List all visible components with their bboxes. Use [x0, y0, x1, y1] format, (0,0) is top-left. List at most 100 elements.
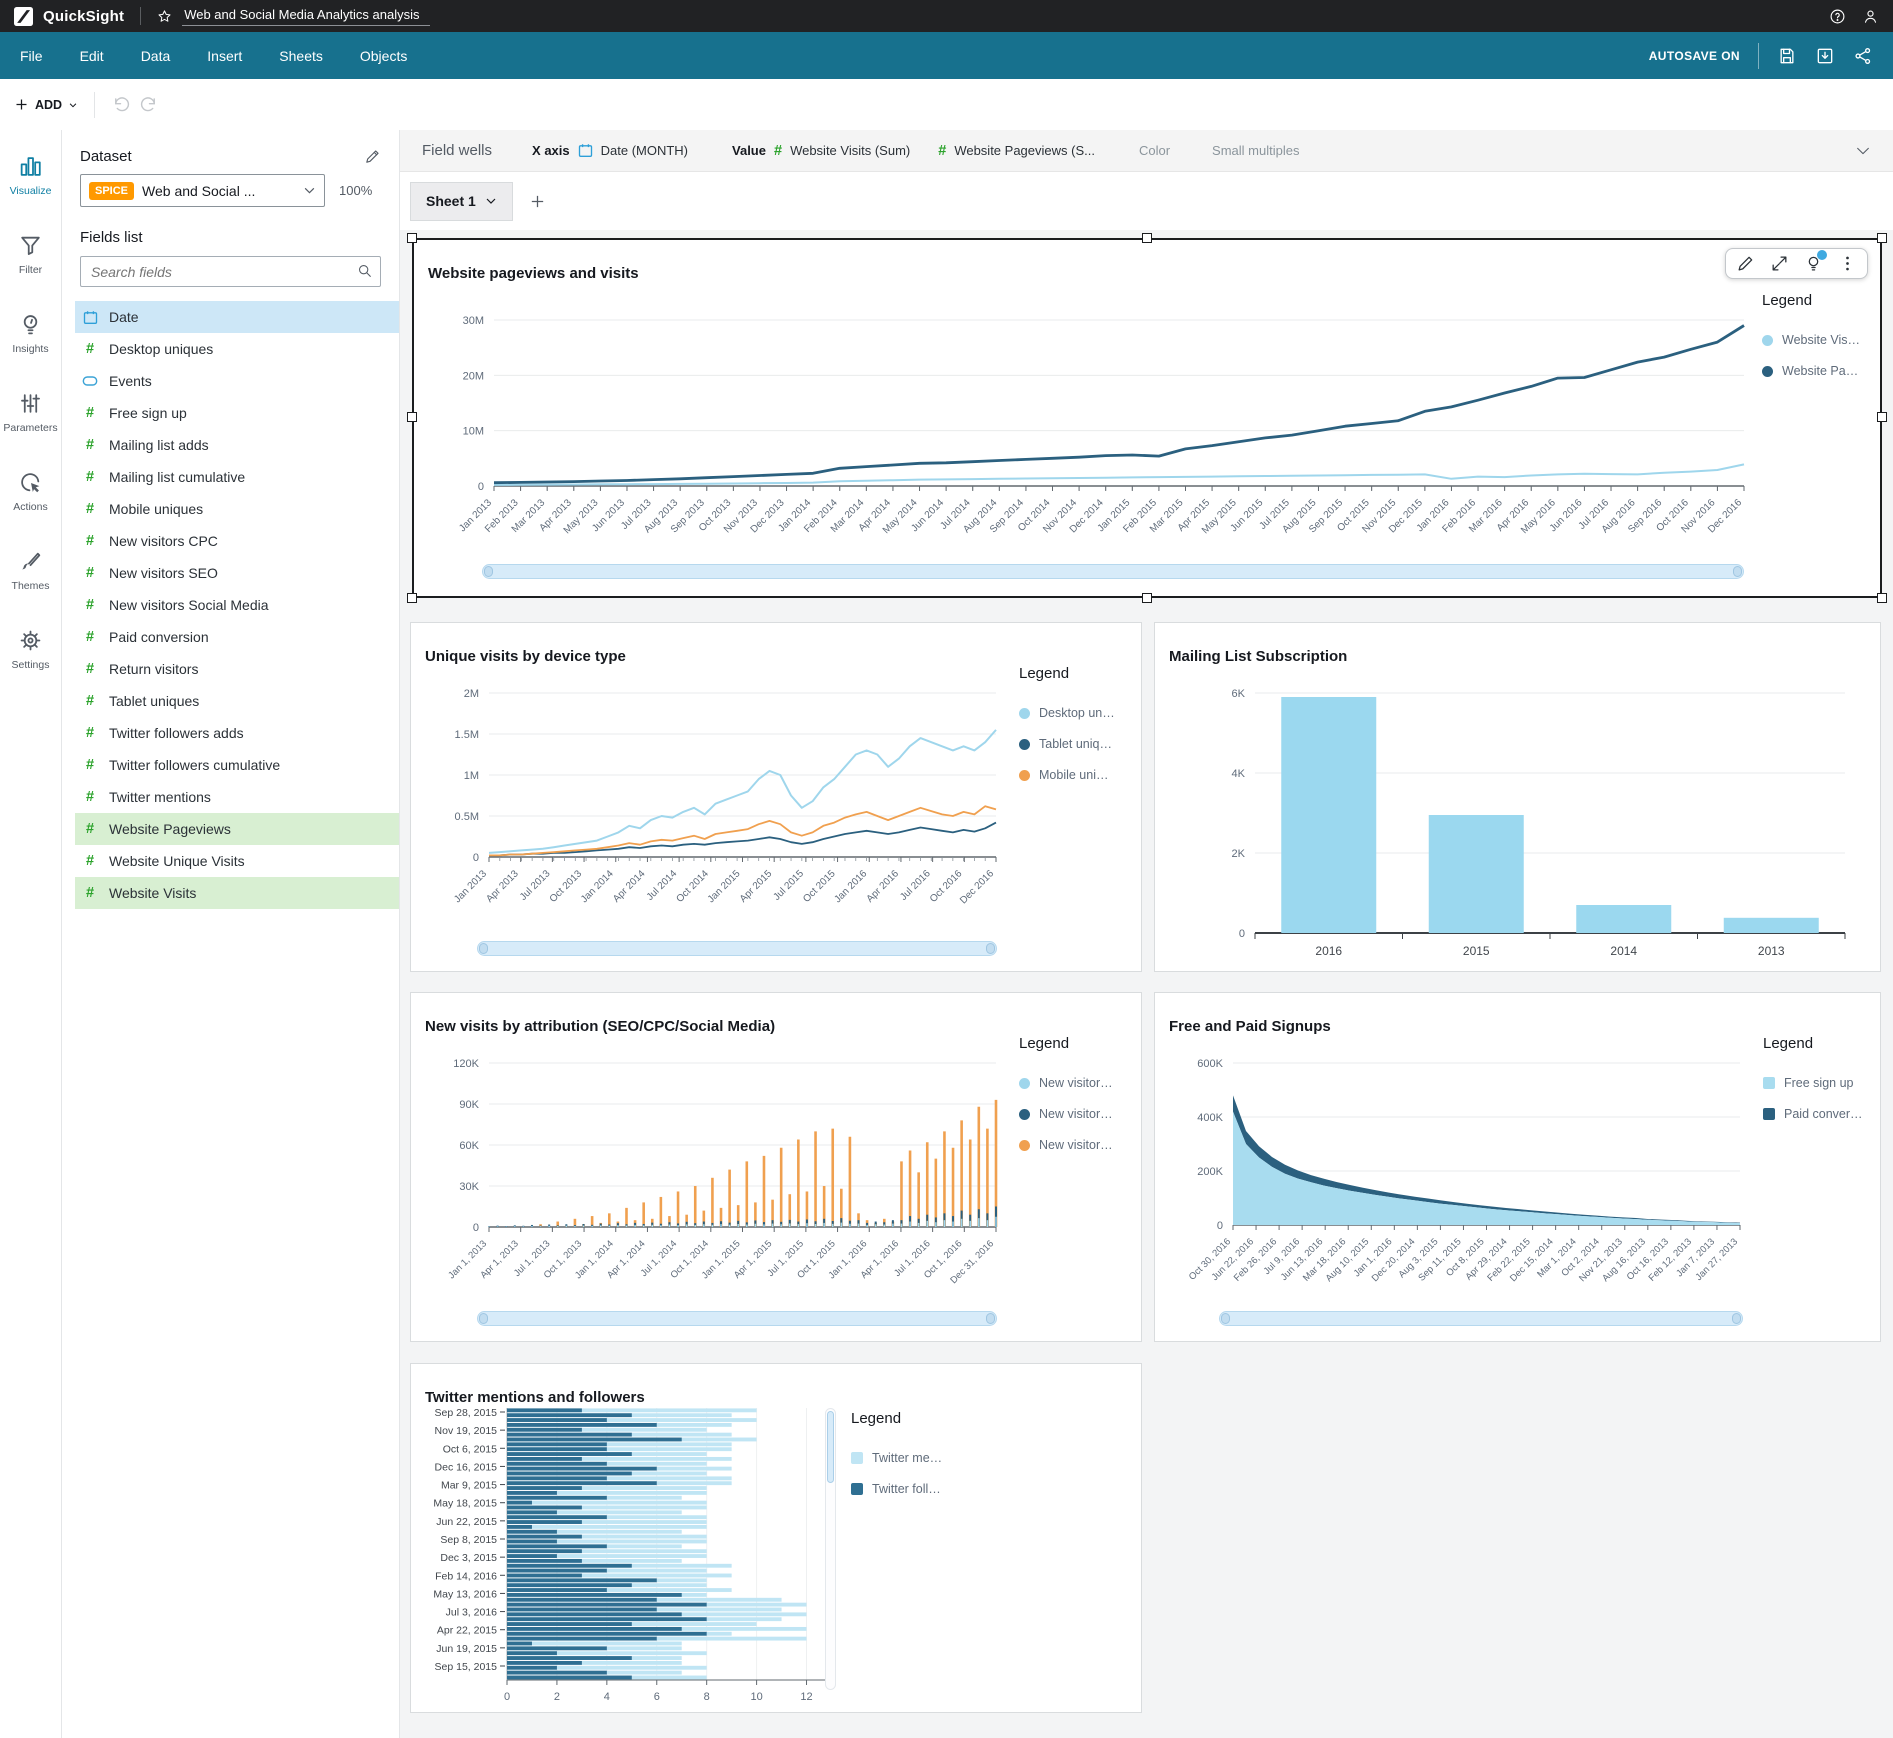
field-item[interactable]: # Paid conversion — [75, 621, 399, 653]
add-sheet-icon[interactable] — [529, 193, 546, 210]
legend-entry[interactable]: Website Pa… — [1762, 364, 1878, 378]
edit-dataset-pencil-icon[interactable] — [364, 148, 381, 165]
menu-kebab-icon[interactable] — [1838, 254, 1857, 273]
well-x-axis[interactable]: X axis Date (MONTH) — [532, 143, 688, 158]
divider — [140, 7, 142, 25]
horizontal-scrollbar[interactable] — [1219, 1311, 1743, 1326]
rail-item-visualize[interactable]: Visualize — [0, 154, 62, 197]
legend-entry[interactable]: Mobile uni… — [1019, 768, 1137, 782]
expand-visual-icon[interactable] — [1770, 254, 1789, 273]
legend-title: Legend — [1763, 1035, 1814, 1052]
field-item[interactable]: # Return visitors — [75, 653, 399, 685]
svg-text:Apr 2014: Apr 2014 — [611, 868, 648, 905]
rail-item-themes[interactable]: Themes — [0, 549, 62, 592]
field-item[interactable]: # Mailing list cumulative — [75, 461, 399, 493]
svg-text:May 18, 2015: May 18, 2015 — [433, 1498, 497, 1510]
save-icon[interactable] — [1777, 46, 1797, 66]
field-item[interactable]: Events — [75, 365, 399, 397]
rail-item-actions[interactable]: Actions — [0, 470, 62, 513]
field-item[interactable]: # Twitter followers cumulative — [75, 749, 399, 781]
well-small-multiples[interactable]: Small multiples — [1212, 143, 1299, 158]
svg-text:Jan 2014: Jan 2014 — [579, 868, 616, 905]
analysis-title[interactable]: Web and Social Media Analytics analysis — [182, 6, 430, 26]
field-wells-bar[interactable]: Field wells X axis Date (MONTH) Value # … — [400, 130, 1893, 172]
menu-file[interactable]: File — [20, 48, 43, 64]
legend-entry[interactable]: Website Vis… — [1762, 333, 1878, 347]
legend-entry[interactable]: New visitor… — [1019, 1076, 1137, 1090]
field-item[interactable]: # Mobile uniques — [75, 493, 399, 525]
well-value-2[interactable]: # Website Pageviews (S... — [938, 143, 1095, 159]
insights-lightbulb-icon[interactable] — [1804, 250, 1827, 273]
share-icon[interactable] — [1853, 46, 1873, 66]
legend-swatch-icon — [1762, 334, 1773, 346]
export-icon[interactable] — [1815, 46, 1835, 66]
legend-entry[interactable]: Twitter foll… — [851, 1482, 971, 1496]
rail-item-insights[interactable]: Insights — [0, 312, 62, 355]
legend-entry[interactable]: New visitor… — [1019, 1107, 1137, 1121]
undo-icon[interactable] — [111, 95, 130, 114]
horizontal-scrollbar[interactable] — [482, 564, 1744, 579]
menu-data[interactable]: Data — [141, 48, 171, 64]
quicksight-app: QuickSight Web and Social Media Analytic… — [0, 0, 1893, 1738]
redo-icon[interactable] — [140, 95, 159, 114]
field-item[interactable]: # Mailing list adds — [75, 429, 399, 461]
calendar-icon — [82, 310, 98, 325]
menu-insert[interactable]: Insert — [207, 48, 242, 64]
menu-sheets[interactable]: Sheets — [279, 48, 323, 64]
panel-mailing-list-subscription[interactable]: Mailing List Subscription 6K 4K 2K 0 2016 201… — [1154, 622, 1881, 972]
chevron-down-icon[interactable] — [1855, 143, 1871, 159]
field-item[interactable]: # Website Visits — [75, 877, 399, 909]
dataset-selector[interactable]: SPICE Web and Social ... — [80, 174, 325, 207]
tab-sheet-1[interactable]: Sheet 1 — [410, 181, 513, 221]
field-label: Mailing list adds — [109, 437, 209, 453]
menu-objects[interactable]: Objects — [360, 48, 407, 64]
panel-free-paid-signups[interactable]: Free and Paid Signups 600K 400K 200K 0 Oct 3… — [1154, 992, 1881, 1342]
panel-new-visits-attribution[interactable]: New visits by attribution (SEO/CPC/Socia… — [410, 992, 1142, 1342]
field-item[interactable]: # Free sign up — [75, 397, 399, 429]
horizontal-scrollbar[interactable] — [477, 1311, 997, 1326]
field-item[interactable]: # Twitter followers adds — [75, 717, 399, 749]
vertical-scrollbar[interactable] — [825, 1408, 836, 1690]
rail-item-filter[interactable]: Filter — [0, 233, 62, 276]
legend-title: Legend — [851, 1410, 902, 1427]
add-button[interactable]: ADD — [14, 97, 78, 112]
field-item[interactable]: # New visitors CPC — [75, 525, 399, 557]
number-icon: # — [773, 142, 783, 159]
horizontal-scrollbar[interactable] — [477, 941, 997, 956]
well-value-1[interactable]: Value # Website Visits (Sum) — [732, 143, 910, 159]
field-item[interactable]: # Desktop uniques — [75, 333, 399, 365]
legend-swatch-icon — [1019, 1139, 1030, 1151]
legend-entry[interactable]: New visitor… — [1019, 1138, 1137, 1152]
field-item[interactable]: Date — [75, 301, 399, 333]
field-item[interactable]: # Twitter mentions — [75, 781, 399, 813]
field-item[interactable]: # Website Unique Visits — [75, 845, 399, 877]
user-icon[interactable] — [1862, 8, 1879, 25]
svg-text:30K: 30K — [459, 1181, 479, 1193]
menu-edit[interactable]: Edit — [80, 48, 104, 64]
field-item[interactable]: # New visitors SEO — [75, 557, 399, 589]
help-icon[interactable] — [1829, 8, 1846, 25]
quicksight-logo[interactable] — [14, 6, 33, 26]
field-label: Website Pageviews — [109, 821, 231, 837]
field-item[interactable]: # New visitors Social Media — [75, 589, 399, 621]
well-color[interactable]: Color — [1139, 143, 1170, 158]
visual-toolbar — [1725, 248, 1868, 279]
panel-website-pageviews-visits[interactable]: Website pageviews and visits 30M 20M 10M 0 J… — [407, 233, 1887, 603]
panel-twitter-mentions-followers[interactable]: Twitter mentions and followers 0 2 4 6 8 10 12… — [410, 1363, 1142, 1713]
legend-entry[interactable]: Desktop un… — [1019, 706, 1137, 720]
rail-item-parameters[interactable]: Parameters — [0, 391, 62, 434]
field-item[interactable]: # Tablet uniques — [75, 685, 399, 717]
legend-label: New visitor… — [1039, 1138, 1113, 1152]
field-item[interactable]: # Website Pageviews — [75, 813, 399, 845]
legend-entry[interactable]: Twitter me… — [851, 1451, 971, 1465]
legend-entry[interactable]: Paid conver… — [1763, 1107, 1881, 1121]
rail-item-settings[interactable]: Settings — [0, 628, 62, 671]
edit-visual-pencil-icon[interactable] — [1736, 254, 1755, 273]
legend-entry[interactable]: Tablet uniq… — [1019, 737, 1137, 751]
number-icon: # — [85, 341, 95, 357]
legend-entry[interactable]: Free sign up — [1763, 1076, 1881, 1090]
panel-unique-visits-device[interactable]: Unique visits by device type 2M 1.5M 1M 0.5… — [410, 622, 1142, 972]
star-icon[interactable] — [157, 9, 172, 24]
search-input[interactable] — [80, 256, 381, 287]
autosave-status[interactable]: AUTOSAVE ON — [1649, 49, 1740, 63]
